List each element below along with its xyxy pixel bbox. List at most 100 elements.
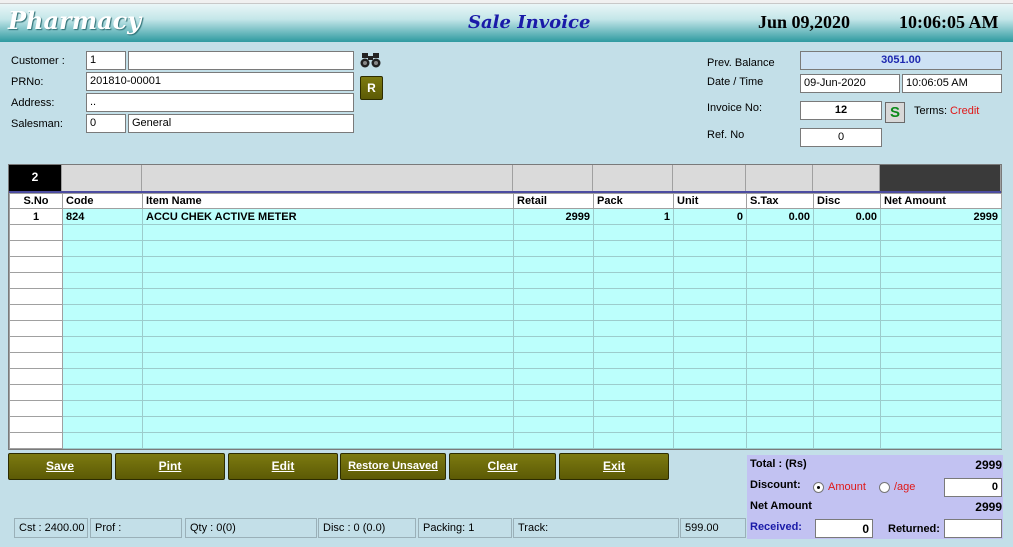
grid-cell-empty[interactable] bbox=[593, 288, 674, 305]
grid-cell-empty[interactable] bbox=[746, 304, 814, 321]
grid-cell-empty[interactable] bbox=[513, 416, 594, 433]
cell-pack[interactable]: 1 bbox=[593, 208, 674, 225]
table-row-empty[interactable] bbox=[9, 272, 1002, 289]
col-header-disc[interactable]: Disc bbox=[813, 193, 881, 209]
grid-cell-empty[interactable] bbox=[673, 416, 747, 433]
grid-cell-empty[interactable] bbox=[513, 336, 594, 353]
grid-cell-empty[interactable] bbox=[593, 336, 674, 353]
grid-cell-empty[interactable] bbox=[142, 224, 514, 241]
grid-cell-empty[interactable] bbox=[813, 288, 881, 305]
grid-cell-empty[interactable] bbox=[513, 368, 594, 385]
grid-cell-empty[interactable] bbox=[746, 368, 814, 385]
grid-cell-empty[interactable] bbox=[880, 368, 1002, 385]
invoice-no-field[interactable]: 12 bbox=[800, 101, 882, 120]
grid-cell-empty[interactable] bbox=[813, 352, 881, 369]
grid-cell-empty[interactable] bbox=[513, 400, 594, 417]
grid-cell-empty[interactable] bbox=[813, 320, 881, 337]
grid-cell-empty[interactable] bbox=[513, 288, 594, 305]
grid-cell-empty[interactable] bbox=[746, 336, 814, 353]
grid-cell-empty[interactable] bbox=[513, 432, 594, 449]
grid-cell-empty[interactable] bbox=[673, 288, 747, 305]
entry-code-cell[interactable] bbox=[62, 165, 142, 191]
s-button[interactable]: S bbox=[885, 102, 905, 123]
grid-cell-empty[interactable] bbox=[880, 432, 1002, 449]
grid-cell-empty[interactable] bbox=[62, 256, 143, 273]
grid-cell-empty[interactable] bbox=[813, 416, 881, 433]
received-input[interactable]: 0 bbox=[815, 519, 873, 538]
discount-percent-radio[interactable]: /age bbox=[879, 481, 915, 493]
grid-cell-empty[interactable] bbox=[746, 384, 814, 401]
grid-cell-empty[interactable] bbox=[813, 256, 881, 273]
grid-cell-empty[interactable] bbox=[142, 304, 514, 321]
radio-unselected-icon[interactable] bbox=[879, 481, 890, 493]
grid-cell-empty[interactable] bbox=[9, 416, 63, 433]
grid-cell-empty[interactable] bbox=[813, 384, 881, 401]
grid-cell-empty[interactable] bbox=[673, 256, 747, 273]
radio-selected-icon[interactable] bbox=[813, 481, 824, 493]
grid-cell-empty[interactable] bbox=[593, 272, 674, 289]
cell-disc[interactable]: 0.00 bbox=[813, 208, 881, 225]
grid-cell-empty[interactable] bbox=[880, 304, 1002, 321]
cell-stax[interactable]: 0.00 bbox=[746, 208, 814, 225]
r-button[interactable]: R bbox=[360, 76, 383, 100]
grid-cell-empty[interactable] bbox=[813, 224, 881, 241]
grid-cell-empty[interactable] bbox=[880, 256, 1002, 273]
grid-cell-empty[interactable] bbox=[593, 432, 674, 449]
table-row-empty[interactable] bbox=[9, 304, 1002, 321]
grid-cell-empty[interactable] bbox=[673, 224, 747, 241]
grid-cell-empty[interactable] bbox=[593, 384, 674, 401]
grid-cell-empty[interactable] bbox=[513, 224, 594, 241]
ref-no-field[interactable]: 0 bbox=[800, 128, 882, 147]
grid-cell-empty[interactable] bbox=[880, 416, 1002, 433]
table-row-empty[interactable] bbox=[9, 400, 1002, 417]
grid-cell-empty[interactable] bbox=[593, 368, 674, 385]
grid-cell-empty[interactable] bbox=[746, 272, 814, 289]
grid-cell-empty[interactable] bbox=[513, 272, 594, 289]
grid-cell-empty[interactable] bbox=[9, 240, 63, 257]
grid-cell-empty[interactable] bbox=[813, 368, 881, 385]
col-header-retail[interactable]: Retail bbox=[513, 193, 594, 209]
table-row-empty[interactable] bbox=[9, 224, 1002, 241]
grid-cell-empty[interactable] bbox=[813, 304, 881, 321]
grid-cell-empty[interactable] bbox=[673, 320, 747, 337]
prno-field[interactable]: 201810-00001 bbox=[86, 72, 354, 91]
grid-cell-empty[interactable] bbox=[746, 352, 814, 369]
print-button[interactable]: Pint bbox=[115, 453, 225, 480]
grid-cell-empty[interactable] bbox=[9, 352, 63, 369]
table-row[interactable]: 1 824 ACCU CHEK ACTIVE METER 2999 1 0 0.… bbox=[9, 208, 1002, 225]
grid-cell-empty[interactable] bbox=[62, 368, 143, 385]
grid-cell-empty[interactable] bbox=[813, 272, 881, 289]
grid-cell-empty[interactable] bbox=[142, 384, 514, 401]
items-table[interactable]: S.No Code Item Name Retail Pack Unit S.T… bbox=[9, 193, 1002, 449]
grid-cell-empty[interactable] bbox=[142, 432, 514, 449]
grid-cell-empty[interactable] bbox=[513, 256, 594, 273]
grid-cell-empty[interactable] bbox=[62, 352, 143, 369]
clear-button[interactable]: Clear bbox=[449, 453, 556, 480]
grid-cell-empty[interactable] bbox=[142, 352, 514, 369]
grid-cell-empty[interactable] bbox=[880, 336, 1002, 353]
grid-cell-empty[interactable] bbox=[813, 240, 881, 257]
table-row-empty[interactable] bbox=[9, 432, 1002, 449]
save-button[interactable]: Save bbox=[8, 453, 112, 480]
grid-cell-empty[interactable] bbox=[513, 304, 594, 321]
grid-cell-empty[interactable] bbox=[9, 336, 63, 353]
col-header-stax[interactable]: S.Tax bbox=[746, 193, 814, 209]
grid-cell-empty[interactable] bbox=[880, 272, 1002, 289]
grid-cell-empty[interactable] bbox=[513, 240, 594, 257]
grid-cell-empty[interactable] bbox=[142, 368, 514, 385]
grid-cell-empty[interactable] bbox=[813, 432, 881, 449]
col-header-pack[interactable]: Pack bbox=[593, 193, 674, 209]
table-row-empty[interactable] bbox=[9, 256, 1002, 273]
grid-cell-empty[interactable] bbox=[142, 400, 514, 417]
grid-cell-empty[interactable] bbox=[746, 240, 814, 257]
grid-cell-empty[interactable] bbox=[593, 400, 674, 417]
grid-cell-empty[interactable] bbox=[880, 288, 1002, 305]
grid-cell-empty[interactable] bbox=[513, 384, 594, 401]
grid-cell-empty[interactable] bbox=[813, 400, 881, 417]
grid-cell-empty[interactable] bbox=[142, 288, 514, 305]
grid-cell-empty[interactable] bbox=[62, 224, 143, 241]
entry-name-cell[interactable] bbox=[142, 165, 513, 191]
grid-cell-empty[interactable] bbox=[9, 224, 63, 241]
grid-cell-empty[interactable] bbox=[142, 272, 514, 289]
table-row-empty[interactable] bbox=[9, 320, 1002, 337]
